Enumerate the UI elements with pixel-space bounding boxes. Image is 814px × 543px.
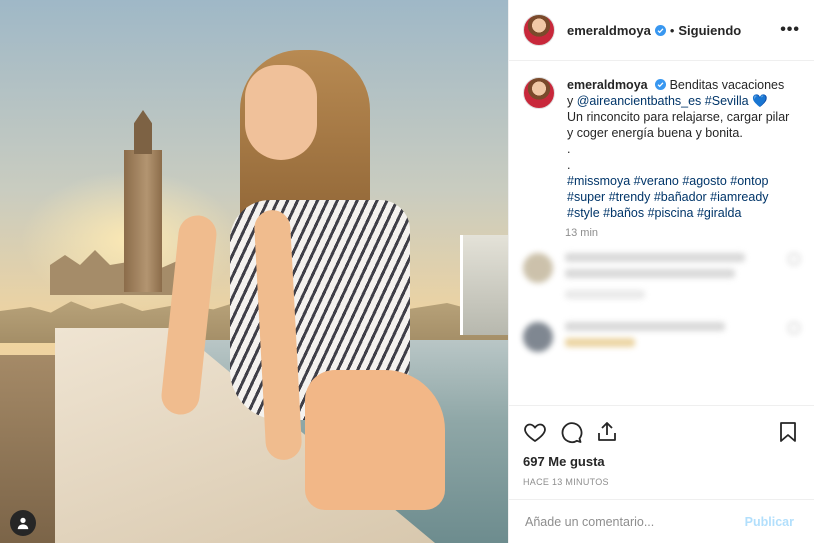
- caption-dot-2: .: [567, 158, 571, 172]
- add-comment-bar: Publicar: [509, 499, 814, 543]
- post-header: emeraldmoya • Siguiendo •••: [509, 0, 814, 61]
- list-item: [523, 322, 800, 354]
- comment-body-blurred: [565, 253, 782, 306]
- separator-dot: •: [669, 22, 675, 38]
- caption-line3: Un rinconcito para relajarse, cargar pil…: [567, 110, 790, 140]
- likes-count[interactable]: 697 Me gusta: [523, 454, 800, 469]
- caption-username[interactable]: emeraldmoya: [567, 78, 648, 92]
- photo-glass-railing: [460, 235, 508, 335]
- verified-icon: [654, 24, 666, 36]
- caption-verified-icon: [655, 79, 667, 90]
- avatar[interactable]: [523, 14, 555, 46]
- share-icon[interactable]: [595, 420, 619, 444]
- heart-icon[interactable]: [523, 420, 547, 444]
- comment-like-icon[interactable]: [788, 253, 800, 265]
- comment-input[interactable]: [523, 513, 739, 530]
- list-item: [523, 253, 800, 306]
- instagram-post-modal: emeraldmoya • Siguiendo ••• emeraldmoya …: [0, 0, 814, 543]
- post-photo[interactable]: [0, 0, 508, 543]
- blue-heart-emoji: 💙: [752, 94, 768, 108]
- user-icon: [17, 517, 29, 530]
- photo-giralda-tower: [124, 150, 162, 292]
- comment-avatar[interactable]: [523, 253, 553, 283]
- caption-text: emeraldmoya Benditas vacaciones y @airea…: [567, 77, 797, 221]
- caption-mention-link[interactable]: @aireancientbaths_es: [577, 94, 702, 108]
- photo-person-legs: [305, 370, 445, 510]
- caption-line1: Benditas vacaciones: [669, 78, 785, 92]
- photo-person-face: [245, 65, 317, 160]
- caption-hashtags[interactable]: #missmoya #verano #agosto #ontop #super …: [567, 174, 769, 220]
- save-icon[interactable]: [776, 420, 800, 444]
- tagged-user-button[interactable]: [10, 510, 36, 536]
- comment-body-blurred: [565, 322, 782, 354]
- caption-dot-1: .: [567, 142, 571, 156]
- post-actions: 697 Me gusta HACE 13 MINUTOS: [509, 405, 814, 499]
- comment-icon[interactable]: [559, 420, 583, 444]
- comment-like-icon[interactable]: [788, 322, 800, 334]
- photo-person: [159, 40, 450, 510]
- action-icons: [523, 414, 800, 450]
- caption-timestamp: 13 min: [565, 227, 599, 239]
- caption: emeraldmoya Benditas vacaciones y @airea…: [523, 77, 800, 221]
- caption-y: y: [567, 94, 574, 108]
- post-side-panel: emeraldmoya • Siguiendo ••• emeraldmoya …: [508, 0, 814, 543]
- following-button[interactable]: Siguiendo: [678, 23, 741, 38]
- comments-area[interactable]: emeraldmoya Benditas vacaciones y @airea…: [509, 61, 814, 405]
- more-icon[interactable]: •••: [780, 21, 800, 39]
- username-link[interactable]: emeraldmoya: [567, 23, 651, 38]
- hashtag-sevilla-link[interactable]: #Sevilla: [705, 94, 749, 108]
- publish-button[interactable]: Publicar: [739, 514, 800, 530]
- comment-avatar[interactable]: [523, 322, 553, 352]
- post-age[interactable]: HACE 13 MINUTOS: [523, 477, 800, 499]
- caption-avatar[interactable]: [523, 77, 555, 109]
